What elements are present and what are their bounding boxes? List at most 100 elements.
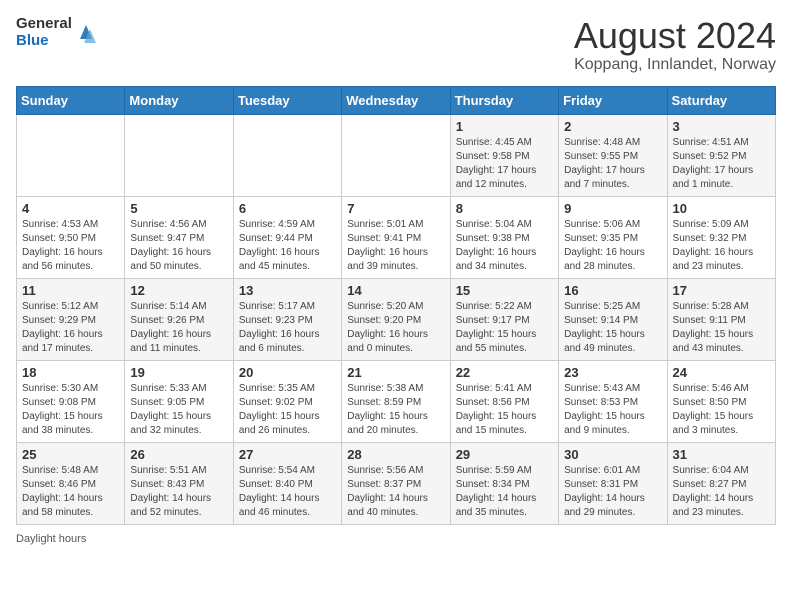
calendar-cell: 20 Sunrise: 5:35 AM Sunset: 9:02 PM Dayli… [233, 360, 341, 442]
day-info: Sunrise: 5:48 AM Sunset: 8:46 PM Dayligh… [22, 464, 119, 520]
day-number: 9 [564, 201, 661, 216]
logo-block: General Blue [16, 16, 98, 49]
logo-blue: Blue [16, 33, 72, 50]
calendar-week-5: 25Sunrise: 5:48 AM Sunset: 8:46 PM Dayli… [17, 442, 776, 524]
day-info: Sunrise: 5:56 AM Sunset: 8:37 PM Dayligh… [347, 464, 444, 520]
day-number: 20 [239, 365, 336, 380]
calendar-cell [342, 114, 450, 196]
calendar-header: SundayMondayTuesdayWednesdayThursdayFrid… [17, 86, 776, 114]
day-info: Sunrise: 5:33 AM Sunset: 9:05 PM Dayligh… [130, 382, 227, 438]
day-info: Sunrise: 4:59 AM Sunset: 9:44 PM Dayligh… [239, 218, 336, 274]
day-number: 22 [456, 365, 553, 380]
header: General Blue August 2024 Koppang, Innlan… [16, 16, 776, 74]
day-info: Sunrise: 5:12 AM Sunset: 9:29 PM Dayligh… [22, 300, 119, 356]
calendar-week-3: 11 Sunrise: 5:12 AM Sunset: 9:29 PM Dayli… [17, 278, 776, 360]
day-info: Sunrise: 4:51 AM Sunset: 9:52 PM Dayligh… [673, 136, 770, 192]
weekday-header-saturday: Saturday [667, 86, 775, 114]
day-info: Sunrise: 5:30 AM Sunset: 9:08 PM Dayligh… [22, 382, 119, 438]
calendar-cell: 7Sunrise: 5:01 AM Sunset: 9:41 PM Daylig… [342, 196, 450, 278]
day-number: 14 [347, 283, 444, 298]
day-info: Sunrise: 5:35 AM Sunset: 9:02 PM Dayligh… [239, 382, 336, 438]
day-number: 28 [347, 447, 444, 462]
calendar-cell: 27Sunrise: 5:54 AM Sunset: 8:40 PM Dayli… [233, 442, 341, 524]
day-info: Sunrise: 5:14 AM Sunset: 9:26 PM Dayligh… [130, 300, 227, 356]
calendar-cell: 15Sunrise: 5:22 AM Sunset: 9:17 PM Dayli… [450, 278, 558, 360]
day-info: Sunrise: 5:59 AM Sunset: 8:34 PM Dayligh… [456, 464, 553, 520]
calendar-cell: 9 Sunrise: 5:06 AM Sunset: 9:35 PM Daylig… [559, 196, 667, 278]
day-number: 1 [456, 119, 553, 134]
calendar-cell: 8 Sunrise: 5:04 AM Sunset: 9:38 PM Daylig… [450, 196, 558, 278]
calendar-cell: 4Sunrise: 4:53 AM Sunset: 9:50 PM Daylig… [17, 196, 125, 278]
day-info: Sunrise: 5:38 AM Sunset: 8:59 PM Dayligh… [347, 382, 444, 438]
calendar-cell: 6Sunrise: 4:59 AM Sunset: 9:44 PM Daylig… [233, 196, 341, 278]
day-info: Sunrise: 5:06 AM Sunset: 9:35 PM Dayligh… [564, 218, 661, 274]
day-number: 16 [564, 283, 661, 298]
day-number: 29 [456, 447, 553, 462]
calendar-cell: 28 Sunrise: 5:56 AM Sunset: 8:37 PM Dayli… [342, 442, 450, 524]
day-number: 11 [22, 283, 119, 298]
calendar-cell: 31 Sunrise: 6:04 AM Sunset: 8:27 PM Dayli… [667, 442, 775, 524]
day-number: 5 [130, 201, 227, 216]
day-number: 2 [564, 119, 661, 134]
day-number: 17 [673, 283, 770, 298]
calendar-cell: 1 Sunrise: 4:45 AM Sunset: 9:58 PM Daylig… [450, 114, 558, 196]
weekday-header-sunday: Sunday [17, 86, 125, 114]
day-info: Sunrise: 5:46 AM Sunset: 8:50 PM Dayligh… [673, 382, 770, 438]
day-number: 12 [130, 283, 227, 298]
calendar-cell: 19 Sunrise: 5:33 AM Sunset: 9:05 PM Dayli… [125, 360, 233, 442]
day-info: Sunrise: 5:25 AM Sunset: 9:14 PM Dayligh… [564, 300, 661, 356]
weekday-row: SundayMondayTuesdayWednesdayThursdayFrid… [17, 86, 776, 114]
calendar-cell: 26Sunrise: 5:51 AM Sunset: 8:43 PM Dayli… [125, 442, 233, 524]
day-info: Sunrise: 5:41 AM Sunset: 8:56 PM Dayligh… [456, 382, 553, 438]
daylight-hours-label: Daylight hours [16, 533, 86, 545]
logo-general: General [16, 16, 72, 33]
day-info: Sunrise: 5:17 AM Sunset: 9:23 PM Dayligh… [239, 300, 336, 356]
logo: General Blue [16, 16, 98, 49]
calendar-cell: 10Sunrise: 5:09 AM Sunset: 9:32 PM Dayli… [667, 196, 775, 278]
weekday-header-monday: Monday [125, 86, 233, 114]
day-number: 15 [456, 283, 553, 298]
day-info: Sunrise: 6:04 AM Sunset: 8:27 PM Dayligh… [673, 464, 770, 520]
calendar-cell [233, 114, 341, 196]
calendar-cell: 11 Sunrise: 5:12 AM Sunset: 9:29 PM Dayli… [17, 278, 125, 360]
page-title: August 2024 [574, 16, 776, 56]
day-number: 3 [673, 119, 770, 134]
calendar-cell: 14Sunrise: 5:20 AM Sunset: 9:20 PM Dayli… [342, 278, 450, 360]
calendar-cell: 21 Sunrise: 5:38 AM Sunset: 8:59 PM Dayli… [342, 360, 450, 442]
day-number: 10 [673, 201, 770, 216]
calendar-cell: 18 Sunrise: 5:30 AM Sunset: 9:08 PM Dayli… [17, 360, 125, 442]
calendar-cell: 29 Sunrise: 5:59 AM Sunset: 8:34 PM Dayli… [450, 442, 558, 524]
day-number: 7 [347, 201, 444, 216]
day-info: Sunrise: 5:51 AM Sunset: 8:43 PM Dayligh… [130, 464, 227, 520]
day-info: Sunrise: 4:48 AM Sunset: 9:55 PM Dayligh… [564, 136, 661, 192]
day-info: Sunrise: 5:43 AM Sunset: 8:53 PM Dayligh… [564, 382, 661, 438]
calendar-cell [17, 114, 125, 196]
calendar-cell: 3 Sunrise: 4:51 AM Sunset: 9:52 PM Daylig… [667, 114, 775, 196]
calendar-cell: 25Sunrise: 5:48 AM Sunset: 8:46 PM Dayli… [17, 442, 125, 524]
day-info: Sunrise: 4:53 AM Sunset: 9:50 PM Dayligh… [22, 218, 119, 274]
calendar-cell: 13 Sunrise: 5:17 AM Sunset: 9:23 PM Dayli… [233, 278, 341, 360]
day-number: 8 [456, 201, 553, 216]
day-number: 21 [347, 365, 444, 380]
day-info: Sunrise: 4:45 AM Sunset: 9:58 PM Dayligh… [456, 136, 553, 192]
day-number: 13 [239, 283, 336, 298]
day-number: 27 [239, 447, 336, 462]
calendar-cell: 5Sunrise: 4:56 AM Sunset: 9:47 PM Daylig… [125, 196, 233, 278]
day-number: 31 [673, 447, 770, 462]
page-subtitle: Koppang, Innlandet, Norway [574, 56, 776, 74]
calendar-table: SundayMondayTuesdayWednesdayThursdayFrid… [16, 86, 776, 525]
calendar-cell: 17 Sunrise: 5:28 AM Sunset: 9:11 PM Dayli… [667, 278, 775, 360]
day-info: Sunrise: 5:28 AM Sunset: 9:11 PM Dayligh… [673, 300, 770, 356]
calendar-cell: 23 Sunrise: 5:43 AM Sunset: 8:53 PM Dayli… [559, 360, 667, 442]
weekday-header-wednesday: Wednesday [342, 86, 450, 114]
day-number: 24 [673, 365, 770, 380]
calendar-cell: 24 Sunrise: 5:46 AM Sunset: 8:50 PM Dayli… [667, 360, 775, 442]
calendar-body: 1 Sunrise: 4:45 AM Sunset: 9:58 PM Daylig… [17, 114, 776, 524]
calendar-cell: 30Sunrise: 6:01 AM Sunset: 8:31 PM Dayli… [559, 442, 667, 524]
day-info: Sunrise: 5:04 AM Sunset: 9:38 PM Dayligh… [456, 218, 553, 274]
calendar-week-4: 18 Sunrise: 5:30 AM Sunset: 9:08 PM Dayli… [17, 360, 776, 442]
day-number: 19 [130, 365, 227, 380]
day-number: 18 [22, 365, 119, 380]
day-number: 23 [564, 365, 661, 380]
calendar-cell: 22 Sunrise: 5:41 AM Sunset: 8:56 PM Dayli… [450, 360, 558, 442]
